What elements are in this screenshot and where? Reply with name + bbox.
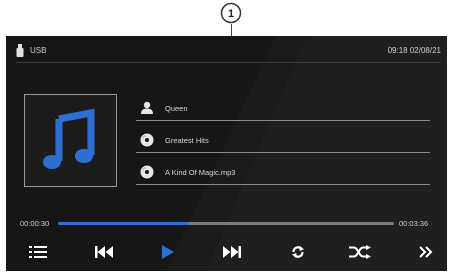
elapsed-time: 00:00:30	[20, 219, 50, 228]
source-label: USB	[30, 46, 47, 55]
progress-bar[interactable]	[58, 222, 394, 225]
row-divider	[136, 184, 430, 185]
repeat-button[interactable]	[282, 241, 314, 263]
previous-icon	[95, 246, 113, 258]
media-player-screen: USB 09:18 02/08/21 Queen Greatest Hits A…	[6, 36, 447, 271]
disc-icon	[140, 133, 154, 147]
more-button[interactable]	[410, 241, 442, 263]
shuffle-icon	[349, 245, 371, 259]
progress-fill	[58, 222, 190, 225]
clock-date: 09:18 02/08/21	[387, 46, 441, 55]
total-time: 00:03:36	[399, 219, 429, 228]
disc-icon	[140, 165, 154, 179]
play-icon	[162, 245, 174, 259]
next-button[interactable]	[216, 241, 248, 263]
music-note-icon	[43, 108, 95, 169]
callout-number-badge: 1	[220, 2, 242, 24]
person-icon	[141, 101, 153, 114]
more-icon	[419, 246, 433, 258]
row-divider	[136, 152, 430, 153]
album-art	[24, 94, 117, 187]
play-button[interactable]	[152, 241, 184, 263]
usb-icon	[16, 44, 24, 57]
artist-row[interactable]: Queen	[136, 96, 430, 121]
previous-button[interactable]	[88, 241, 120, 263]
playlist-button[interactable]	[22, 241, 54, 263]
repeat-icon	[292, 246, 304, 258]
file-row[interactable]: A Kind Of Magic.mp3	[136, 160, 430, 185]
shuffle-button[interactable]	[344, 241, 376, 263]
row-divider	[136, 120, 430, 121]
file-name: A Kind Of Magic.mp3	[165, 168, 236, 177]
callout-number: 1	[228, 8, 234, 20]
album-name: Greatest Hits	[165, 136, 209, 145]
callout-leader-line	[231, 24, 232, 36]
artist-name: Queen	[165, 104, 188, 113]
status-divider	[16, 62, 441, 63]
album-row[interactable]: Greatest Hits	[136, 128, 430, 153]
list-icon	[29, 246, 47, 258]
next-icon	[223, 246, 241, 258]
